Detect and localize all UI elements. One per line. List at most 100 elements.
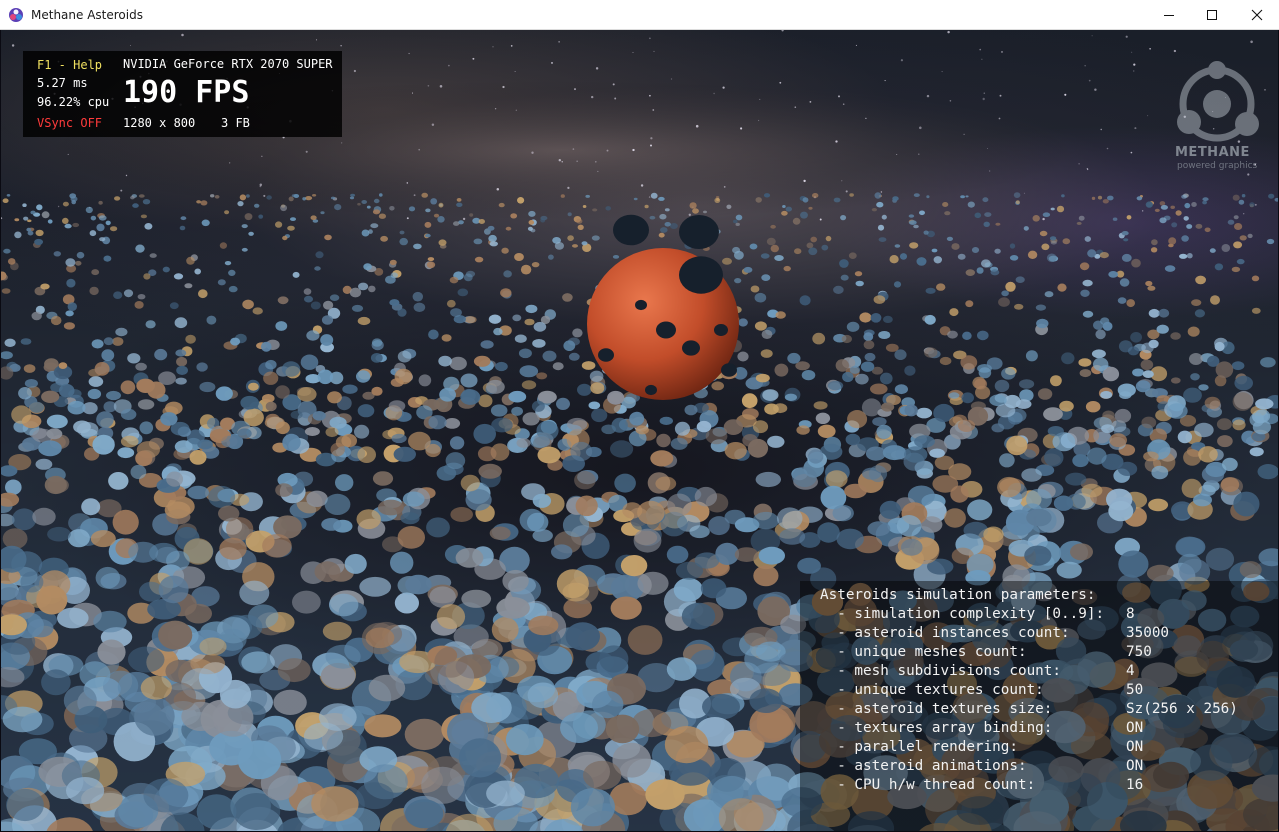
asteroid xyxy=(1183,449,1202,466)
asteroid xyxy=(361,200,368,204)
asteroid xyxy=(302,197,307,201)
window-title-bar[interactable]: Methane Asteroids xyxy=(0,0,1279,30)
asteroid xyxy=(904,404,918,417)
asteroid xyxy=(22,203,27,207)
asteroid xyxy=(1241,194,1246,198)
asteroid xyxy=(726,204,732,209)
asteroid xyxy=(65,310,74,317)
star xyxy=(567,186,570,190)
asteroid xyxy=(1072,454,1089,468)
star xyxy=(1106,147,1109,150)
asteroid xyxy=(760,349,773,358)
asteroid xyxy=(1190,373,1200,381)
asteroid xyxy=(960,195,965,199)
param-label: - CPU h/w thread count: xyxy=(820,777,1036,793)
asteroid xyxy=(750,285,760,293)
asteroid xyxy=(610,440,634,458)
star xyxy=(650,137,653,140)
asteroid xyxy=(1268,193,1275,199)
asteroid xyxy=(2,706,43,733)
asteroid xyxy=(36,204,43,211)
asteroid xyxy=(949,308,959,317)
asteroid xyxy=(689,202,697,209)
render-viewport[interactable]: F1 - Help 5.27 ms 96.22% cpu VSync OFF N… xyxy=(1,30,1278,831)
asteroid xyxy=(673,577,704,602)
asteroid xyxy=(500,288,512,298)
asteroid xyxy=(1097,195,1103,200)
param-row: - CPU h/w thread count: 16 xyxy=(820,777,1260,796)
asteroid xyxy=(607,390,625,405)
asteroid xyxy=(275,385,290,399)
close-button[interactable] xyxy=(1234,0,1279,30)
asteroid xyxy=(878,237,887,243)
star xyxy=(1001,50,1003,53)
asteroid xyxy=(1121,253,1132,262)
asteroid xyxy=(344,553,367,574)
asteroid xyxy=(324,234,332,241)
asteroid xyxy=(1145,280,1153,287)
asteroid xyxy=(108,472,129,490)
asteroid xyxy=(1217,435,1233,448)
asteroid xyxy=(418,374,432,387)
asteroid xyxy=(1231,266,1241,273)
asteroid xyxy=(540,218,546,223)
asteroid xyxy=(1078,215,1085,221)
param-value: 750 xyxy=(1126,644,1152,660)
asteroid xyxy=(787,352,801,364)
asteroid xyxy=(775,311,786,319)
asteroid xyxy=(312,411,326,421)
asteroid xyxy=(46,414,68,429)
maximize-button[interactable] xyxy=(1189,0,1235,30)
asteroid xyxy=(1214,263,1224,271)
asteroid xyxy=(800,211,808,219)
asteroid xyxy=(389,299,400,306)
star xyxy=(855,44,857,46)
star xyxy=(1133,63,1136,66)
asteroid xyxy=(635,299,647,311)
asteroid xyxy=(577,383,592,396)
asteroid xyxy=(219,242,227,249)
star xyxy=(129,44,132,47)
asteroid xyxy=(1065,472,1087,486)
methane-app-icon xyxy=(9,8,23,22)
asteroid xyxy=(1232,392,1253,411)
star xyxy=(515,109,517,111)
asteroid xyxy=(1082,310,1094,318)
asteroid xyxy=(844,483,867,499)
asteroid xyxy=(664,726,709,764)
asteroid xyxy=(198,289,208,299)
asteroid xyxy=(2,198,9,203)
asteroid xyxy=(982,197,989,203)
asteroid xyxy=(758,546,785,565)
asteroid xyxy=(7,258,16,265)
asteroid xyxy=(79,661,111,688)
asteroid xyxy=(942,202,949,207)
star xyxy=(263,194,266,197)
asteroid xyxy=(99,237,106,242)
asteroid xyxy=(1044,448,1064,467)
asteroid xyxy=(412,291,423,302)
asteroid xyxy=(981,259,991,268)
asteroid xyxy=(605,714,640,744)
asteroid xyxy=(1117,297,1127,304)
asteroid xyxy=(1130,332,1142,343)
asteroid xyxy=(967,499,993,521)
asteroid xyxy=(1126,215,1132,220)
help-hint[interactable]: F1 - Help xyxy=(37,58,102,72)
star xyxy=(120,189,123,192)
asteroid xyxy=(140,675,172,700)
asteroid xyxy=(1239,235,1247,241)
asteroid xyxy=(273,689,307,716)
asteroid xyxy=(1,351,13,360)
asteroid xyxy=(325,644,361,669)
asteroid xyxy=(774,363,789,377)
param-value: 50 xyxy=(1126,682,1144,698)
asteroid xyxy=(995,222,1001,226)
asteroid xyxy=(939,356,952,366)
asteroid xyxy=(913,193,920,198)
minimize-button[interactable] xyxy=(1146,0,1192,30)
asteroid xyxy=(1159,217,1167,224)
asteroid xyxy=(453,221,460,226)
asteroid xyxy=(239,580,270,606)
asteroid xyxy=(53,251,61,257)
